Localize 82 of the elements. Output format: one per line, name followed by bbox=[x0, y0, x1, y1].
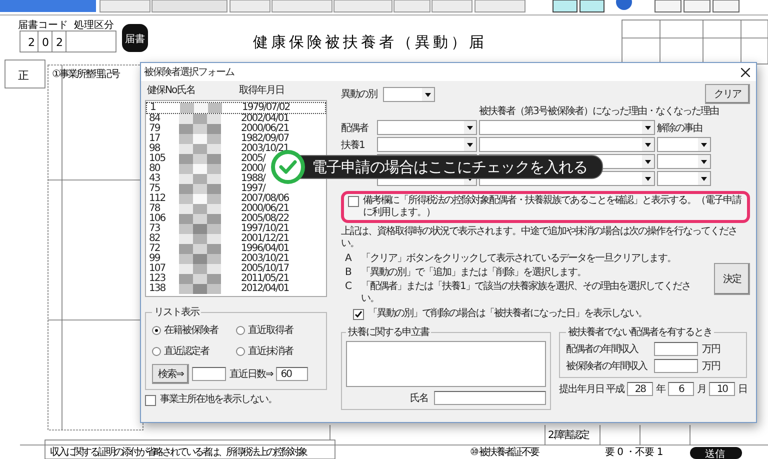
form-note: 収入に関する証明の添付が省略されている者は、所得税法上の控除対象 bbox=[50, 447, 306, 458]
acquisition-date: 2002/04/01 bbox=[241, 114, 289, 124]
date-label: 提出年月日 平成 bbox=[559, 382, 624, 396]
code-digit: 0 bbox=[42, 36, 49, 49]
acquisition-date: 2003/10/21 bbox=[241, 144, 289, 154]
acquisition-date: 2001/12/21 bbox=[241, 234, 289, 244]
office-code-label: ①事業所整理記号 bbox=[52, 69, 119, 80]
member-number: 43 bbox=[149, 174, 161, 184]
disability-label: 2.障害認定 bbox=[548, 430, 589, 441]
acquisition-date: 2003/10/21 bbox=[241, 254, 289, 264]
acquisition-date: 1982/09/07 bbox=[241, 134, 289, 144]
dialog-title: 被保険者選択フォーム bbox=[144, 66, 234, 79]
code-digit: 2 bbox=[28, 36, 35, 49]
member-label: 扶養1 bbox=[341, 138, 366, 152]
member-number: 138 bbox=[149, 284, 166, 294]
acquisition-date: 1996/04/01 bbox=[241, 244, 289, 254]
acquisition-date: 2005/10/17 bbox=[241, 264, 289, 274]
step-text: 「クリア」ボタンをクリックして表示されているデータを一旦クリアします。 bbox=[361, 253, 676, 265]
member-number: 78 bbox=[149, 204, 160, 214]
date-label: 年 bbox=[656, 383, 666, 396]
column-header: 取得年月日 bbox=[239, 85, 284, 96]
group-title: 扶養に関する申立書 bbox=[347, 326, 430, 339]
member-number: 84 bbox=[149, 114, 162, 124]
code-digit: 2 bbox=[56, 36, 63, 49]
member-number: 99 bbox=[149, 254, 160, 264]
member-number: 106 bbox=[149, 214, 166, 224]
income-label: 被保険者の年間収入 bbox=[566, 360, 648, 373]
date-label: 日 bbox=[738, 383, 748, 396]
acquisition-date: 1979/07/02 bbox=[242, 103, 290, 113]
unit-label: 万円 bbox=[702, 360, 720, 373]
form-title: 健康保険被扶養者（異動）届 bbox=[253, 33, 487, 51]
card-option: 要 0 ・不要 1 bbox=[605, 447, 663, 458]
unit-label: 万円 bbox=[702, 343, 720, 356]
acquisition-date: 2012/04/01 bbox=[241, 284, 289, 294]
card-label: ⑩ 被扶養者証不要 bbox=[470, 447, 539, 458]
category-label: 処理区分 bbox=[74, 20, 114, 31]
release-header: 解除の事由 bbox=[657, 122, 703, 135]
acquisition-date: 2011/05/21 bbox=[241, 274, 289, 284]
member-number: 75 bbox=[149, 184, 160, 194]
member-number: 1 bbox=[150, 103, 156, 113]
group-title: 被扶養者でない配偶者を有するとき bbox=[567, 326, 713, 339]
date-label: 月 bbox=[697, 383, 706, 396]
acquisition-date: 2000/ bbox=[241, 164, 265, 174]
member-label: 配偶者 bbox=[341, 122, 370, 134]
name-label: 氏名 bbox=[410, 392, 428, 405]
member-number: 72 bbox=[149, 244, 161, 254]
member-number: 123 bbox=[149, 274, 166, 284]
member-number: 80 bbox=[149, 164, 161, 174]
member-number: 73 bbox=[149, 224, 161, 234]
acquisition-date: 2000/06/21 bbox=[241, 124, 289, 134]
income-label: 配偶者の年間収入 bbox=[566, 342, 640, 356]
callout-tooltip: 電子申請の場合はここにチェックを入れる bbox=[299, 155, 602, 179]
group-title: リスト表示 bbox=[153, 306, 200, 319]
member-number: 107 bbox=[149, 264, 166, 274]
step-text: 「配偶者」または「扶養1」で該当の扶養家族を選択、その理由を選択してください。 bbox=[361, 281, 692, 305]
copy-mark: 正 bbox=[18, 69, 29, 82]
member-number: 98 bbox=[149, 144, 160, 154]
reason-header: 被扶養者（第3号被保険者）になった理由・なくなった理由 bbox=[479, 106, 718, 118]
step-text: 「異動の別」で「追加」または「削除」を選択します。 bbox=[361, 267, 586, 279]
acquisition-date: 2005/08/22 bbox=[241, 214, 289, 224]
column-header: 氏名 bbox=[177, 85, 196, 96]
member-number: 112 bbox=[149, 194, 166, 204]
send-label: 送信 bbox=[705, 449, 725, 459]
acquisition-date: 1997/10/21 bbox=[241, 224, 289, 234]
column-header: 健保No bbox=[147, 85, 177, 96]
instruction-text: 上記は、資格取得時の状況で表示されます。中途で追加や抹消の場合は次の操作を行なってください。 bbox=[341, 226, 738, 250]
member-number: 105 bbox=[149, 154, 166, 164]
step-mark: C bbox=[345, 281, 352, 294]
acquisition-date: 2007/08/06 bbox=[241, 194, 289, 204]
code-label: 届書コード bbox=[18, 20, 68, 31]
step-mark: A bbox=[345, 253, 352, 265]
acquisition-date: 1997/ bbox=[241, 184, 265, 194]
acquisition-date: 1988/ bbox=[241, 174, 265, 184]
change-type-label: 異動の別 bbox=[341, 88, 377, 101]
step-mark: B bbox=[345, 267, 352, 279]
days-label: 直近日数⇒ bbox=[229, 368, 273, 381]
member-number: 82 bbox=[149, 234, 161, 244]
acquisition-date: 2005/ bbox=[241, 154, 265, 164]
badge-text: 届書 bbox=[125, 34, 145, 45]
member-number: 79 bbox=[149, 124, 161, 134]
acquisition-date: 2000/06/21 bbox=[241, 204, 289, 214]
member-number: 17 bbox=[149, 134, 161, 144]
